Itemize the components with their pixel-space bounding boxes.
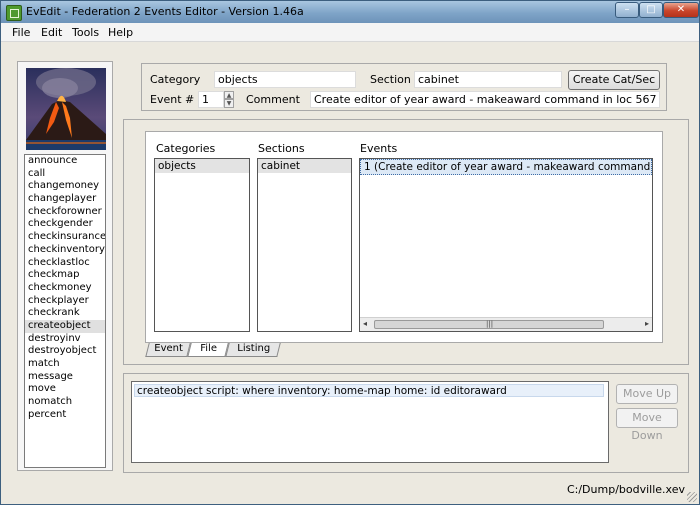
event-item[interactable]: 1 (Create editor of year award - makeawa…: [360, 159, 652, 175]
command-item[interactable]: destroyinv: [25, 333, 105, 346]
command-list[interactable]: announce call changemoney changeplayer check…: [24, 154, 106, 468]
command-item[interactable]: match: [25, 358, 105, 371]
create-cat-sec-button[interactable]: Create Cat/Sec: [568, 70, 660, 90]
command-item[interactable]: checkinsurance: [25, 231, 105, 244]
event-header-group: Category objects Section cabinet Create …: [141, 63, 667, 111]
app-window: EvEdit - Federation 2 Events Editor - Ve…: [0, 0, 700, 505]
command-panel: announce call changemoney changeplayer check…: [17, 61, 113, 471]
categories-header: Categories: [156, 142, 216, 155]
tab-listing[interactable]: Listing: [225, 343, 281, 357]
comment-field[interactable]: Create editor of year award - makeaward …: [310, 91, 660, 108]
command-item[interactable]: checkinventory: [25, 244, 105, 257]
close-button[interactable]: ✕: [663, 2, 699, 18]
section-label: Section: [370, 73, 411, 86]
category-field[interactable]: objects: [214, 71, 356, 88]
menu-tools[interactable]: Tools: [72, 26, 99, 39]
section-item[interactable]: cabinet: [258, 159, 351, 173]
event-number-field[interactable]: 1: [198, 91, 224, 108]
command-item[interactable]: announce: [25, 155, 105, 168]
menu-help[interactable]: Help: [108, 26, 133, 39]
command-item[interactable]: checkmoney: [25, 282, 105, 295]
command-item[interactable]: checkgender: [25, 218, 105, 231]
volcano-image: [26, 68, 106, 150]
window-title: EvEdit - Federation 2 Events Editor - Ve…: [26, 5, 304, 18]
events-list[interactable]: 1 (Create editor of year award - makeawa…: [359, 158, 653, 332]
spin-up-icon[interactable]: ▲: [224, 91, 234, 99]
command-item[interactable]: move: [25, 383, 105, 396]
spin-down-icon[interactable]: ▼: [224, 99, 234, 108]
command-item[interactable]: message: [25, 371, 105, 384]
command-item[interactable]: changeplayer: [25, 193, 105, 206]
file-tab-panel: Categories Sections Events objects cabin…: [145, 131, 663, 343]
command-item[interactable]: checkforowner: [25, 206, 105, 219]
menu-bar: File Edit Tools Help: [1, 23, 699, 42]
maximize-button[interactable]: □: [639, 2, 663, 18]
category-label: Category: [150, 73, 201, 86]
command-item[interactable]: changemoney: [25, 180, 105, 193]
move-up-button[interactable]: Move Up: [616, 384, 678, 404]
category-item[interactable]: objects: [155, 159, 249, 173]
tab-event[interactable]: Event: [145, 343, 191, 357]
title-bar[interactable]: EvEdit - Federation 2 Events Editor - Ve…: [1, 1, 699, 23]
menu-file[interactable]: File: [12, 26, 30, 39]
scroll-left-icon[interactable]: ◂: [363, 319, 367, 328]
menu-edit[interactable]: Edit: [41, 26, 62, 39]
scroll-grip-icon: |||: [486, 320, 494, 328]
command-item[interactable]: destroyobject: [25, 345, 105, 358]
tab-file-label: File: [199, 343, 217, 354]
command-item[interactable]: createobject: [25, 319, 105, 333]
command-item[interactable]: nomatch: [25, 396, 105, 409]
command-item[interactable]: checklastloc: [25, 257, 105, 270]
comment-label: Comment: [246, 93, 300, 106]
event-number-label: Event #: [150, 93, 195, 106]
move-down-button[interactable]: Move Down: [616, 408, 678, 442]
command-item[interactable]: checkplayer: [25, 295, 105, 308]
command-item[interactable]: percent: [25, 409, 105, 422]
events-hscrollbar[interactable]: ◂ ||| ▸: [360, 317, 652, 331]
script-line[interactable]: createobject script: where inventory: ho…: [134, 384, 604, 397]
sections-header: Sections: [258, 142, 305, 155]
categories-list[interactable]: objects: [154, 158, 250, 332]
sections-list[interactable]: cabinet: [257, 158, 352, 332]
file-path-status: C:/Dump/bodville.xev: [566, 483, 685, 496]
minimize-button[interactable]: –: [615, 2, 639, 18]
command-item[interactable]: call: [25, 168, 105, 181]
tab-listing-label: Listing: [236, 343, 270, 354]
tab-event-label: Event: [153, 343, 183, 354]
command-item[interactable]: checkmap: [25, 269, 105, 282]
events-header: Events: [360, 142, 398, 155]
resize-grip-icon[interactable]: [687, 492, 697, 502]
app-icon: [6, 5, 22, 21]
section-field[interactable]: cabinet: [414, 71, 562, 88]
command-item[interactable]: checkrank: [25, 307, 105, 320]
script-list[interactable]: createobject script: where inventory: ho…: [131, 381, 609, 463]
scroll-right-icon[interactable]: ▸: [645, 319, 649, 328]
tab-file[interactable]: File: [187, 343, 229, 357]
